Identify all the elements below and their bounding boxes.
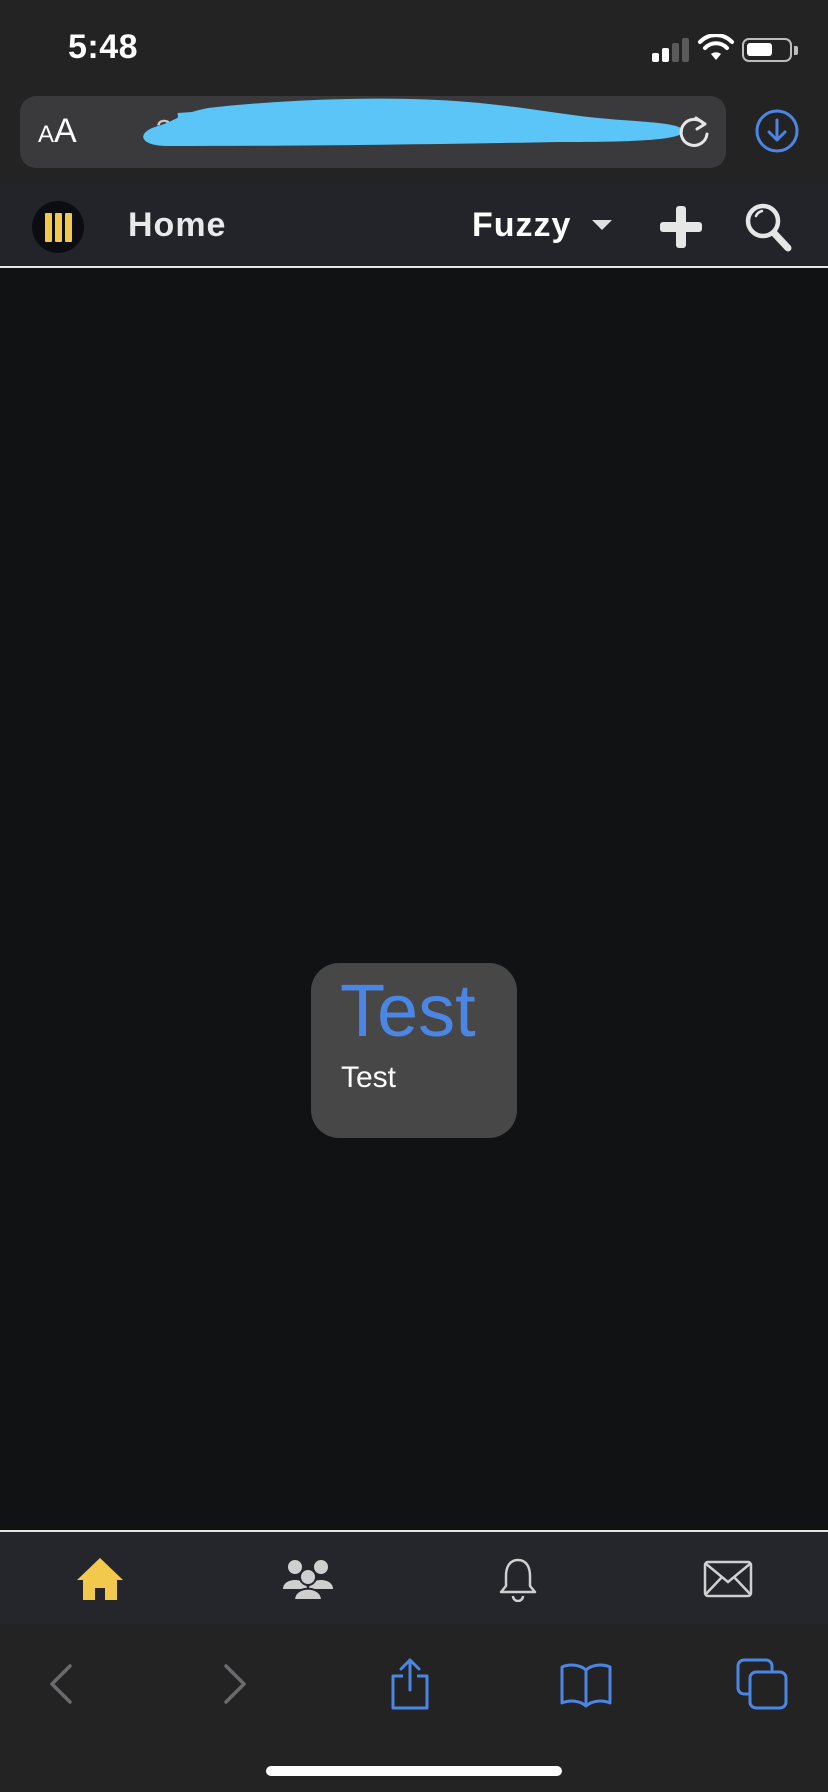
post-card[interactable]: Test Test [311, 963, 517, 1138]
plus-icon[interactable] [658, 204, 704, 250]
search-icon[interactable] [744, 202, 792, 252]
user-menu-label[interactable]: Fuzzy [472, 206, 571, 245]
tabs-icon[interactable] [734, 1656, 790, 1712]
site-navbar: Home Fuzzy [0, 184, 828, 268]
browser-address-area: AA ? [0, 92, 828, 184]
card-title: Test [340, 969, 476, 1052]
chevron-down-icon[interactable] [592, 220, 612, 230]
tab-messages[interactable] [668, 1532, 788, 1626]
forward-icon[interactable] [206, 1656, 262, 1712]
share-icon[interactable] [382, 1656, 438, 1712]
status-time: 5:48 [68, 28, 139, 66]
nav-home-link[interactable]: Home [128, 206, 226, 245]
site-tabbar [0, 1530, 828, 1624]
tab-community[interactable] [248, 1532, 368, 1626]
reader-aa-button[interactable]: AA [38, 110, 77, 152]
url-bar[interactable]: AA ? [20, 96, 726, 168]
status-bar: 5:48 [0, 0, 828, 92]
tab-notifications[interactable] [458, 1532, 578, 1626]
wifi-icon [698, 34, 734, 60]
download-icon[interactable] [754, 108, 800, 154]
mail-icon [703, 1560, 753, 1598]
bookmarks-icon[interactable] [558, 1656, 614, 1712]
site-logo-button[interactable] [32, 201, 84, 253]
card-subtitle: Test [341, 1061, 397, 1094]
battery-cap [794, 46, 798, 55]
bell-icon [499, 1558, 537, 1602]
browser-toolbar [0, 1624, 828, 1792]
reload-icon[interactable] [674, 112, 714, 152]
group-icon [283, 1560, 333, 1601]
back-icon[interactable] [34, 1656, 90, 1712]
home-indicator [266, 1766, 562, 1776]
battery-icon [742, 38, 792, 62]
home-icon [77, 1558, 123, 1600]
cellular-signal-icon [652, 36, 690, 62]
main-content: Test Test [0, 268, 828, 1530]
tab-home[interactable] [40, 1532, 160, 1626]
url-redaction-scribble [143, 98, 684, 146]
